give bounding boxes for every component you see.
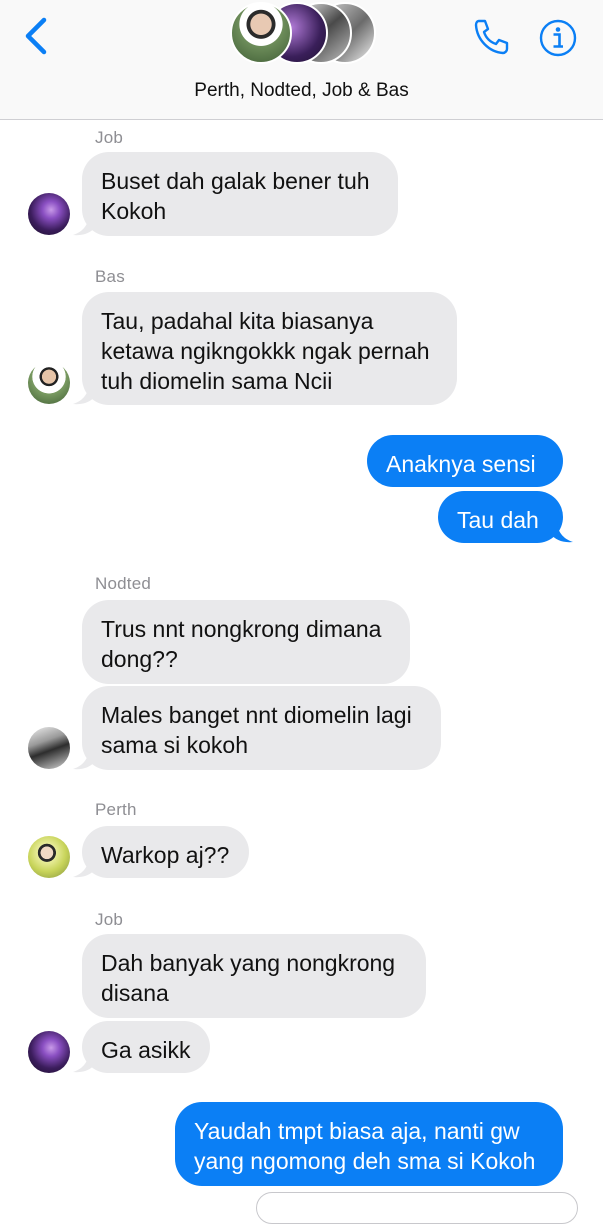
message-bubble-incoming[interactable]: Trus nnt nongkrong dimana dong?? bbox=[82, 600, 410, 684]
avatar-job[interactable] bbox=[28, 193, 70, 235]
sender-name: Nodted bbox=[95, 574, 152, 593]
sender-name: Job bbox=[95, 910, 124, 929]
call-button[interactable] bbox=[470, 16, 512, 58]
back-button[interactable] bbox=[20, 14, 56, 58]
message-bubble-outgoing[interactable]: Tau dah bbox=[438, 491, 563, 543]
message-bubble-incoming[interactable]: Warkop aj?? bbox=[82, 826, 249, 878]
bubble-tail bbox=[73, 214, 95, 236]
bubble-tail bbox=[73, 748, 95, 770]
chat-header: Perth, Nodted, Job & Bas bbox=[0, 0, 603, 120]
avatar-bas[interactable] bbox=[28, 362, 70, 404]
group-avatars[interactable] bbox=[230, 0, 380, 68]
bubble-tail bbox=[551, 521, 573, 543]
message-bubble-incoming[interactable]: Males banget nnt diomelin lagi sama si k… bbox=[82, 686, 441, 770]
sender-name: Job bbox=[95, 128, 124, 147]
message-bubble-incoming[interactable]: Tau, padahal kita biasanya ketawa ngikng… bbox=[82, 292, 457, 405]
sender-name: Perth bbox=[95, 800, 137, 819]
avatar-job[interactable] bbox=[28, 1031, 70, 1073]
bubble-tail bbox=[73, 383, 95, 405]
avatar-nodted[interactable] bbox=[28, 727, 70, 769]
message-input[interactable] bbox=[256, 1192, 578, 1224]
conversation-title[interactable]: Perth, Nodted, Job & Bas bbox=[0, 80, 603, 102]
bubble-tail bbox=[73, 856, 95, 878]
message-bubble-incoming[interactable]: Buset dah galak bener tuh Kokoh bbox=[82, 152, 398, 236]
avatar-perth[interactable] bbox=[28, 836, 70, 878]
message-bubble-incoming[interactable]: Dah banyak yang nongkrong disana bbox=[82, 934, 426, 1018]
chevron-left-icon bbox=[25, 17, 47, 55]
sender-name: Bas bbox=[95, 267, 125, 286]
info-icon bbox=[539, 19, 577, 57]
message-bubble-outgoing[interactable]: Anaknya sensi bbox=[367, 435, 563, 487]
message-bubble-incoming[interactable]: Ga asikk bbox=[82, 1021, 210, 1073]
phone-icon bbox=[474, 19, 509, 55]
bubble-tail bbox=[73, 1051, 95, 1073]
group-avatar-1 bbox=[230, 2, 292, 64]
message-bubble-outgoing[interactable]: Yaudah tmpt biasa aja, nanti gw yang ngo… bbox=[175, 1102, 563, 1186]
info-button[interactable] bbox=[538, 18, 578, 58]
